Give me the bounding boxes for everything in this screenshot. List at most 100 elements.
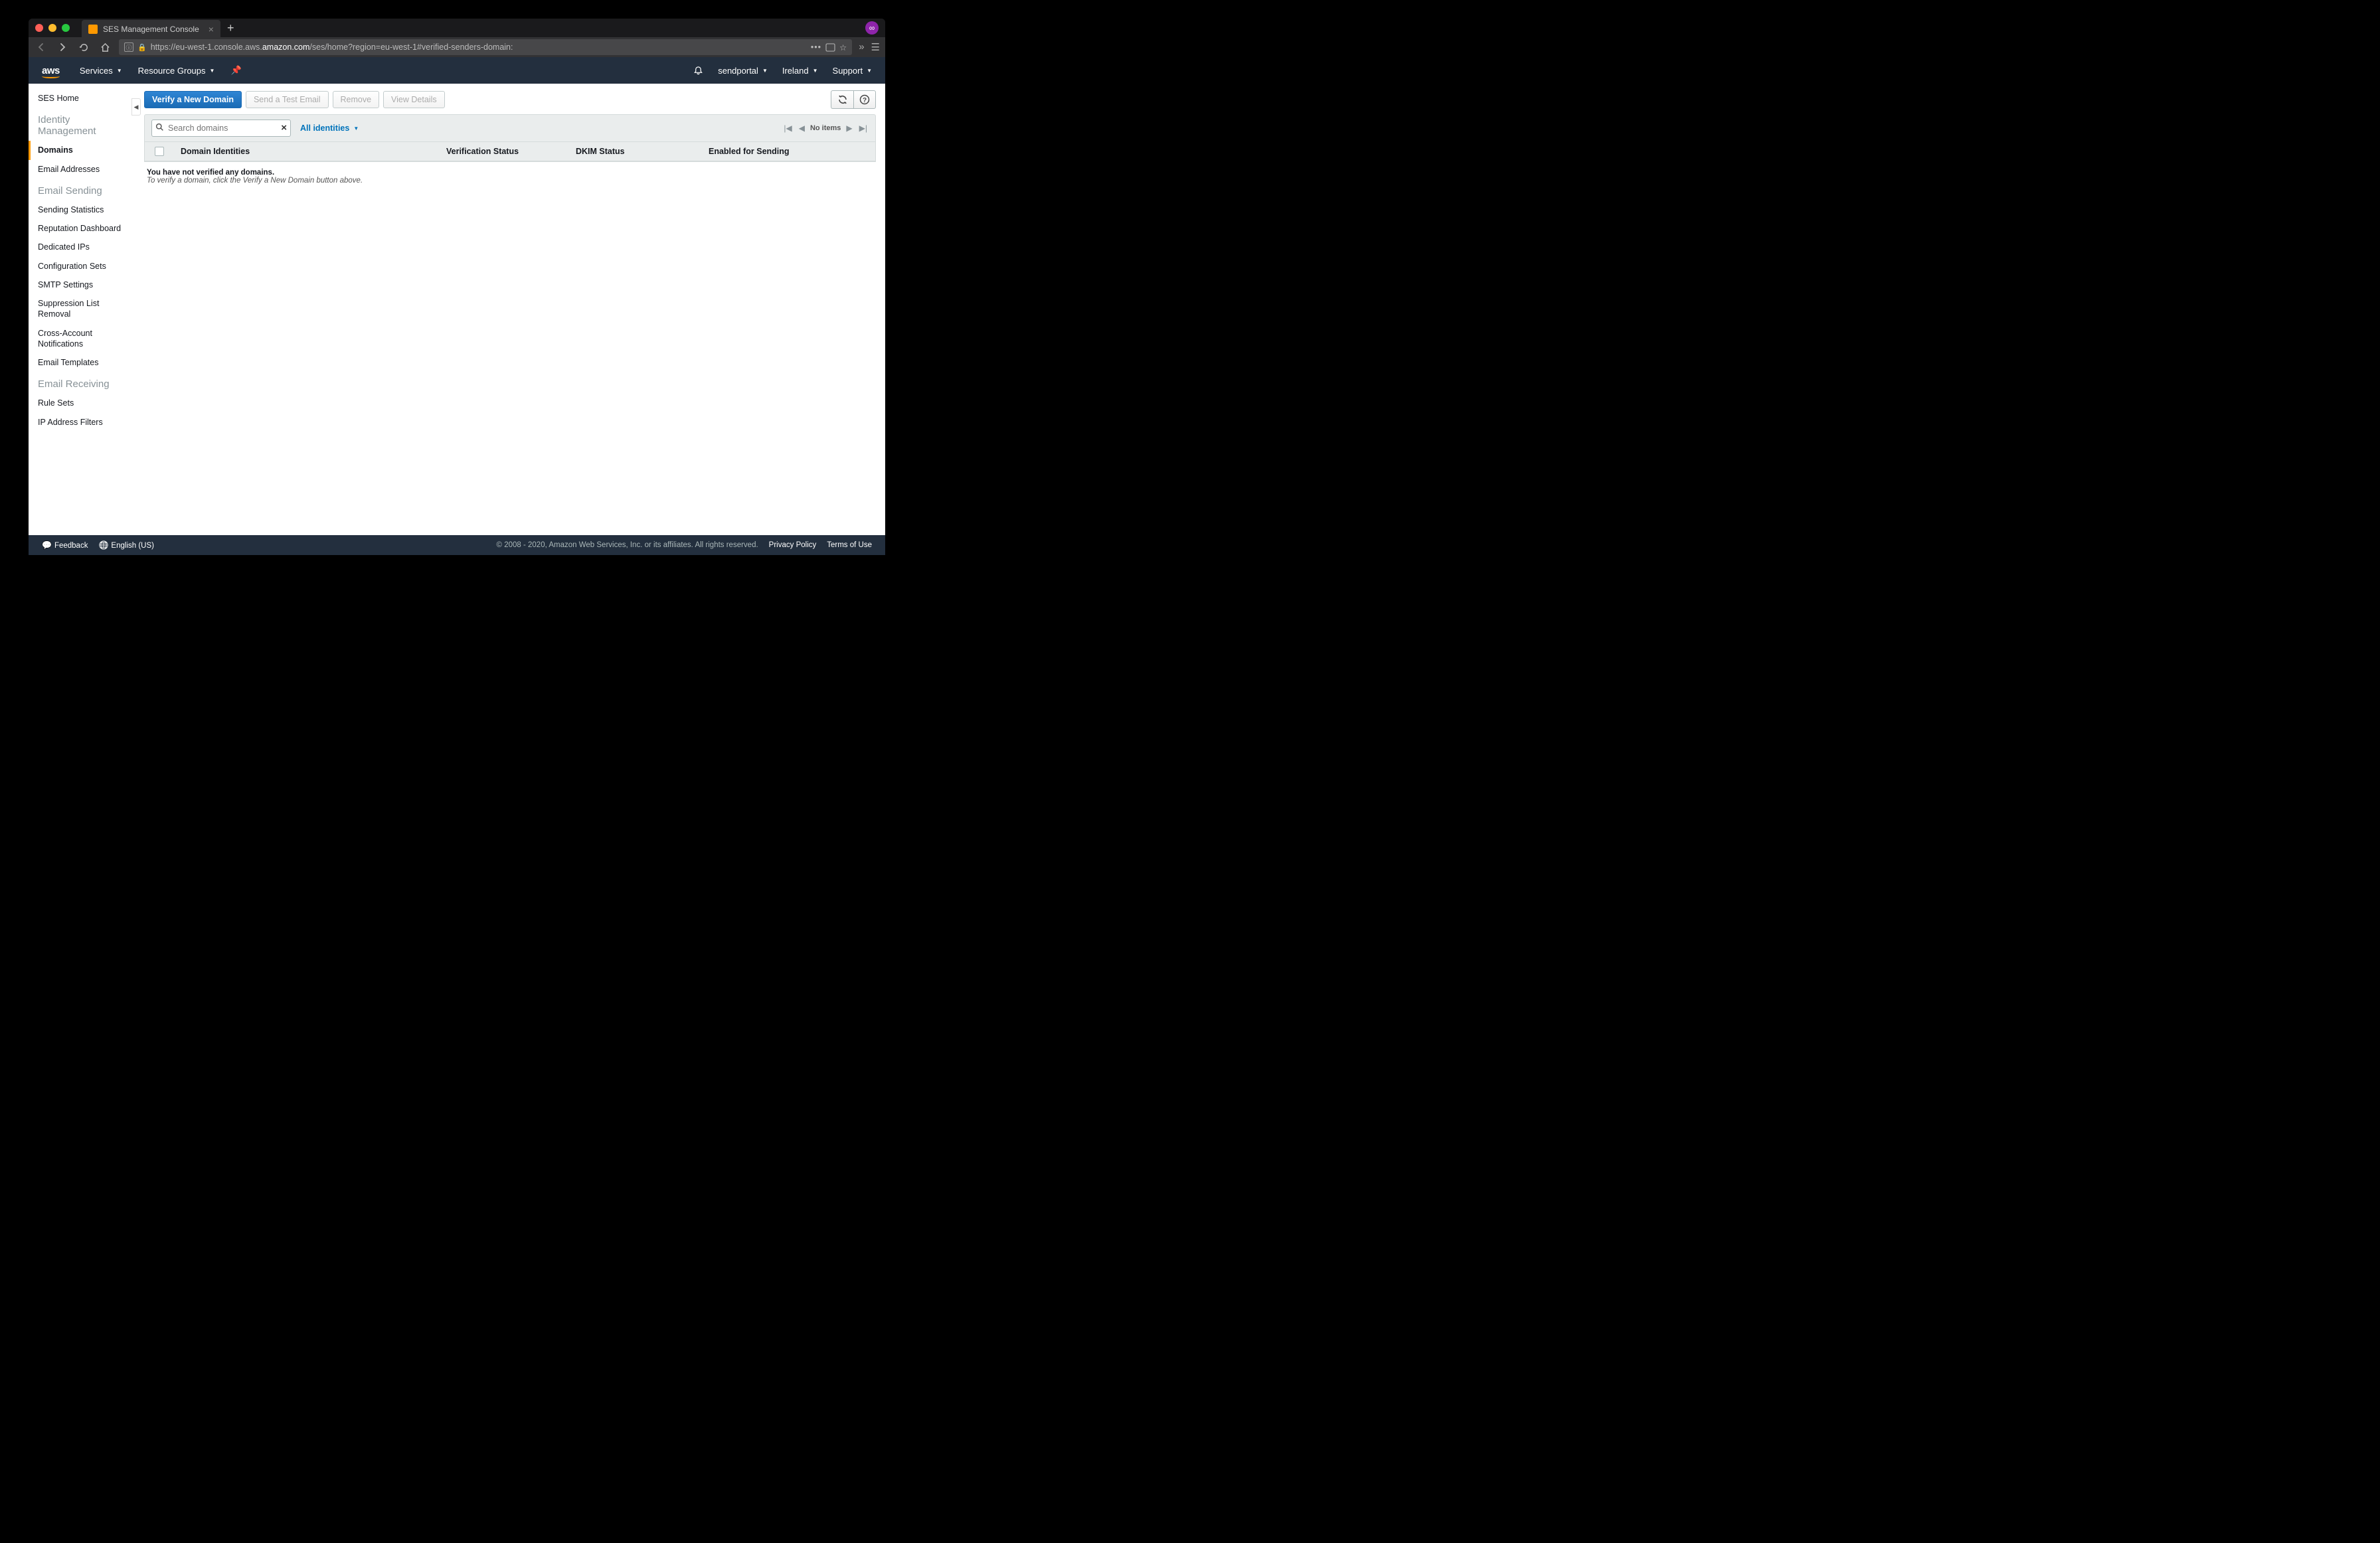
sidebar-ses-home[interactable]: SES Home — [29, 89, 135, 108]
tab-close-icon[interactable]: × — [209, 24, 214, 35]
region-menu[interactable]: Ireland ▼ — [782, 66, 818, 76]
view-details-button: View Details — [383, 91, 445, 108]
page-first-icon[interactable]: |◀ — [782, 123, 793, 133]
verify-new-domain-button[interactable]: Verify a New Domain — [144, 91, 242, 108]
table-header: Domain Identities Verification Status DK… — [145, 142, 875, 161]
sidebar: SES Home Identity Management Domains Ema… — [29, 84, 135, 535]
shield-icon: ⓘ — [124, 42, 133, 52]
empty-hint: To verify a domain, click the Verify a N… — [147, 177, 873, 185]
globe-icon — [98, 542, 111, 550]
home-button[interactable] — [98, 40, 112, 54]
svg-text:?: ? — [863, 97, 867, 104]
filter-bar: × All identities ▼ |◀ ◀ No items ▶ ▶| — [144, 114, 876, 142]
refresh-button[interactable] — [831, 90, 853, 109]
aws-header: aws Services ▼ Resource Groups ▼ 📌 send — [29, 57, 885, 84]
send-test-email-button: Send a Test Email — [246, 91, 329, 108]
extension-icon[interactable]: ∞ — [865, 21, 879, 35]
action-bar: Verify a New Domain Send a Test Email Re… — [144, 90, 876, 109]
privacy-link[interactable]: Privacy Policy — [769, 541, 817, 549]
close-window-button[interactable] — [35, 24, 43, 32]
search-input[interactable] — [151, 120, 291, 137]
support-label: Support — [833, 66, 863, 76]
help-button[interactable]: ? — [853, 90, 876, 109]
caret-down-icon: ▼ — [353, 125, 359, 131]
reader-icon[interactable] — [825, 43, 835, 52]
aws-logo[interactable]: aws — [42, 65, 60, 76]
sidebar-item[interactable]: Cross-Account Notifications — [29, 324, 135, 354]
account-menu[interactable]: sendportal ▼ — [718, 66, 768, 76]
toolbar-icon-group: ? — [831, 90, 876, 109]
new-tab-button[interactable]: + — [227, 21, 234, 35]
sidebar-item[interactable]: Reputation Dashboard — [29, 219, 135, 238]
sidebar-item[interactable]: Suppression List Removal — [29, 294, 135, 324]
url-actions: » ☰ — [859, 41, 880, 53]
terms-link[interactable]: Terms of Use — [827, 541, 872, 549]
lock-icon: 🔒 — [137, 43, 147, 52]
caret-down-icon: ▼ — [210, 68, 215, 74]
sidebar-domains[interactable]: Domains — [29, 141, 135, 159]
sidebar-collapse-button[interactable]: ◀ — [131, 98, 141, 116]
sidebar-item[interactable]: SMTP Settings — [29, 276, 135, 294]
page-prev-icon[interactable]: ◀ — [798, 123, 806, 133]
support-menu[interactable]: Support ▼ — [833, 66, 872, 76]
services-menu[interactable]: Services ▼ — [80, 66, 122, 76]
identity-filter-dropdown[interactable]: All identities ▼ — [300, 123, 359, 133]
sidebar-item[interactable]: Dedicated IPs — [29, 238, 135, 256]
browser-tab[interactable]: SES Management Console × — [82, 20, 220, 39]
minimize-window-button[interactable] — [48, 24, 56, 32]
url-bar[interactable]: ⓘ 🔒 https://eu-west-1.console.aws.amazon… — [119, 39, 852, 55]
col-domain-identities[interactable]: Domain Identities — [174, 142, 440, 161]
search-box: × — [151, 120, 291, 137]
url-text: https://eu-west-1.console.aws.amazon.com… — [151, 42, 513, 52]
reload-button[interactable] — [76, 40, 91, 54]
page-next-icon[interactable]: ▶ — [845, 123, 853, 133]
bookmark-icon[interactable]: ☆ — [839, 42, 847, 52]
titlebar: SES Management Console × + ∞ — [29, 19, 885, 37]
browser-window: SES Management Console × + ∞ ⓘ 🔒 — [29, 19, 885, 555]
filter-label: All identities — [300, 123, 349, 133]
col-verification-status[interactable]: Verification Status — [440, 142, 569, 161]
tab-favicon — [88, 25, 98, 34]
caret-down-icon: ▼ — [762, 68, 768, 74]
aws-console: aws Services ▼ Resource Groups ▼ 📌 send — [29, 57, 885, 555]
account-label: sendportal — [718, 66, 758, 76]
caret-down-icon: ▼ — [117, 68, 122, 74]
clear-search-icon[interactable]: × — [281, 122, 287, 133]
pin-icon[interactable]: 📌 — [230, 65, 241, 76]
sidebar-item[interactable]: Email Templates — [29, 353, 135, 372]
feedback-link[interactable]: Feedback — [42, 540, 88, 550]
search-icon — [155, 123, 164, 131]
back-button[interactable] — [34, 40, 48, 54]
select-all-checkbox[interactable] — [145, 142, 174, 161]
sidebar-email-addresses[interactable]: Email Addresses — [29, 160, 135, 179]
remove-button: Remove — [333, 91, 380, 108]
col-enabled-sending[interactable]: Enabled for Sending — [702, 142, 875, 161]
pagination: |◀ ◀ No items ▶ ▶| — [782, 123, 869, 133]
tab-title: SES Management Console — [103, 25, 199, 34]
url-bar-row: ⓘ 🔒 https://eu-west-1.console.aws.amazon… — [29, 37, 885, 57]
col-dkim-status[interactable]: DKIM Status — [569, 142, 702, 161]
speech-bubble-icon — [42, 542, 54, 550]
resource-groups-menu[interactable]: Resource Groups ▼ — [138, 66, 215, 76]
page-last-icon[interactable]: ▶| — [858, 123, 869, 133]
sidebar-item[interactable]: Rule Sets — [29, 394, 135, 412]
language-link[interactable]: English (US) — [98, 540, 154, 550]
menu-icon[interactable]: ☰ — [871, 41, 880, 53]
empty-state: You have not verified any domains. To ve… — [144, 162, 876, 191]
more-icon[interactable]: ••• — [811, 42, 821, 52]
sidebar-item[interactable]: Configuration Sets — [29, 257, 135, 276]
copyright-text: © 2008 - 2020, Amazon Web Services, Inc.… — [497, 541, 758, 549]
resource-groups-label: Resource Groups — [138, 66, 206, 76]
sidebar-heading-receiving: Email Receiving — [29, 372, 135, 394]
maximize-window-button[interactable] — [62, 24, 70, 32]
empty-title: You have not verified any domains. — [147, 169, 873, 177]
main-content: Verify a New Domain Send a Test Email Re… — [135, 84, 885, 535]
caret-down-icon: ▼ — [813, 68, 818, 74]
sidebar-item[interactable]: Sending Statistics — [29, 201, 135, 219]
overflow-icon[interactable]: » — [859, 41, 864, 53]
notifications-icon[interactable] — [693, 66, 703, 76]
window-controls — [35, 24, 70, 32]
sidebar-item[interactable]: IP Address Filters — [29, 413, 135, 432]
sidebar-heading-identity: Identity Management — [29, 108, 135, 141]
forward-button[interactable] — [55, 40, 70, 54]
